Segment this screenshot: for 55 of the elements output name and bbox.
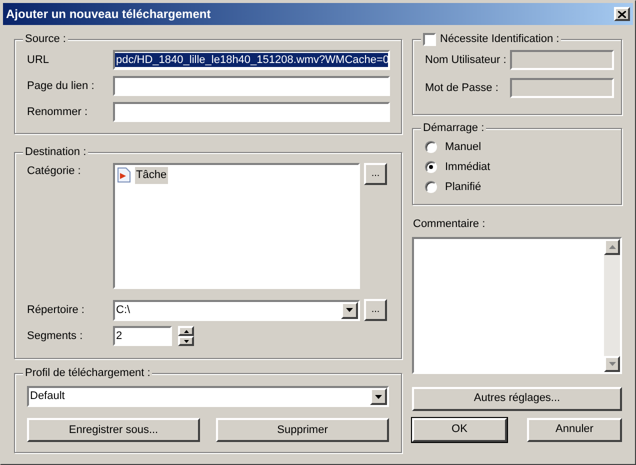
up-arrow-icon (608, 244, 616, 248)
field-label: Segments : (27, 328, 84, 344)
group-label: Source : (25, 32, 66, 47)
combo-value: Default (29, 389, 66, 404)
category-list[interactable]: Tâche (113, 163, 360, 289)
category-item[interactable]: Tâche (117, 167, 356, 184)
field-label: Page du lien : (27, 78, 96, 94)
combo-value: C:\ (115, 302, 132, 318)
scroll-down-button[interactable] (604, 356, 620, 372)
browse-button[interactable]: ... (364, 163, 387, 185)
radio-button[interactable] (425, 161, 437, 173)
profile-combo[interactable]: Default (27, 386, 389, 407)
scroll-up-button[interactable] (604, 238, 620, 254)
radio-label: Planifié (445, 180, 482, 195)
segments-field[interactable]: 2 (113, 326, 172, 346)
settings-button[interactable]: Autres réglages... (412, 386, 622, 410)
group-label: Destination : (25, 145, 86, 160)
profile-button[interactable]: Enregistrer sous... (27, 418, 200, 442)
scrollbar[interactable] (604, 238, 620, 372)
profile-button[interactable]: Supprimer (216, 418, 389, 442)
file-icon (117, 167, 131, 184)
checkbox[interactable] (423, 33, 436, 46)
down-arrow-icon (184, 340, 188, 342)
caret-icon (375, 394, 382, 398)
field-label: Renommer : (27, 104, 89, 120)
text-field[interactable] (113, 102, 390, 122)
caret-icon (346, 308, 353, 312)
field-label: URL (27, 52, 50, 68)
comment-label: Commentaire : (413, 217, 486, 232)
radio-button[interactable] (425, 181, 437, 193)
field-label: Mot de Passe : (425, 80, 498, 96)
close-button[interactable] (614, 7, 630, 21)
dropdown-button[interactable] (370, 388, 387, 405)
down-arrow-icon (608, 362, 616, 366)
browse-button[interactable]: ... (364, 299, 387, 321)
radio-label: Immédiat (445, 160, 490, 175)
group-label: Profil de téléchargement : (25, 366, 150, 381)
field-label: Catégorie : (27, 164, 82, 179)
ok-button[interactable]: OK (412, 418, 507, 442)
cancel-button[interactable]: Annuler (527, 418, 622, 442)
text-field[interactable] (113, 76, 390, 96)
group-label: Démarrage : (423, 121, 484, 136)
radio-label: Manuel (445, 140, 482, 155)
window-title: Ajouter un nouveau téléchargement (6, 6, 211, 23)
directory-combo[interactable]: C:\ (113, 300, 360, 320)
dropdown-button[interactable] (341, 302, 358, 318)
up-arrow-icon (184, 330, 188, 332)
close-icon (618, 10, 626, 18)
radio-button[interactable] (425, 141, 437, 153)
spin-down-button[interactable] (178, 336, 194, 346)
comment-field[interactable] (412, 236, 622, 374)
field-label: Répertoire : (27, 302, 86, 318)
spin-up-button[interactable] (178, 326, 194, 336)
checkbox-label: Nécessite Identification : (440, 32, 560, 47)
field-label: Nom Utilisateur : (425, 52, 506, 68)
